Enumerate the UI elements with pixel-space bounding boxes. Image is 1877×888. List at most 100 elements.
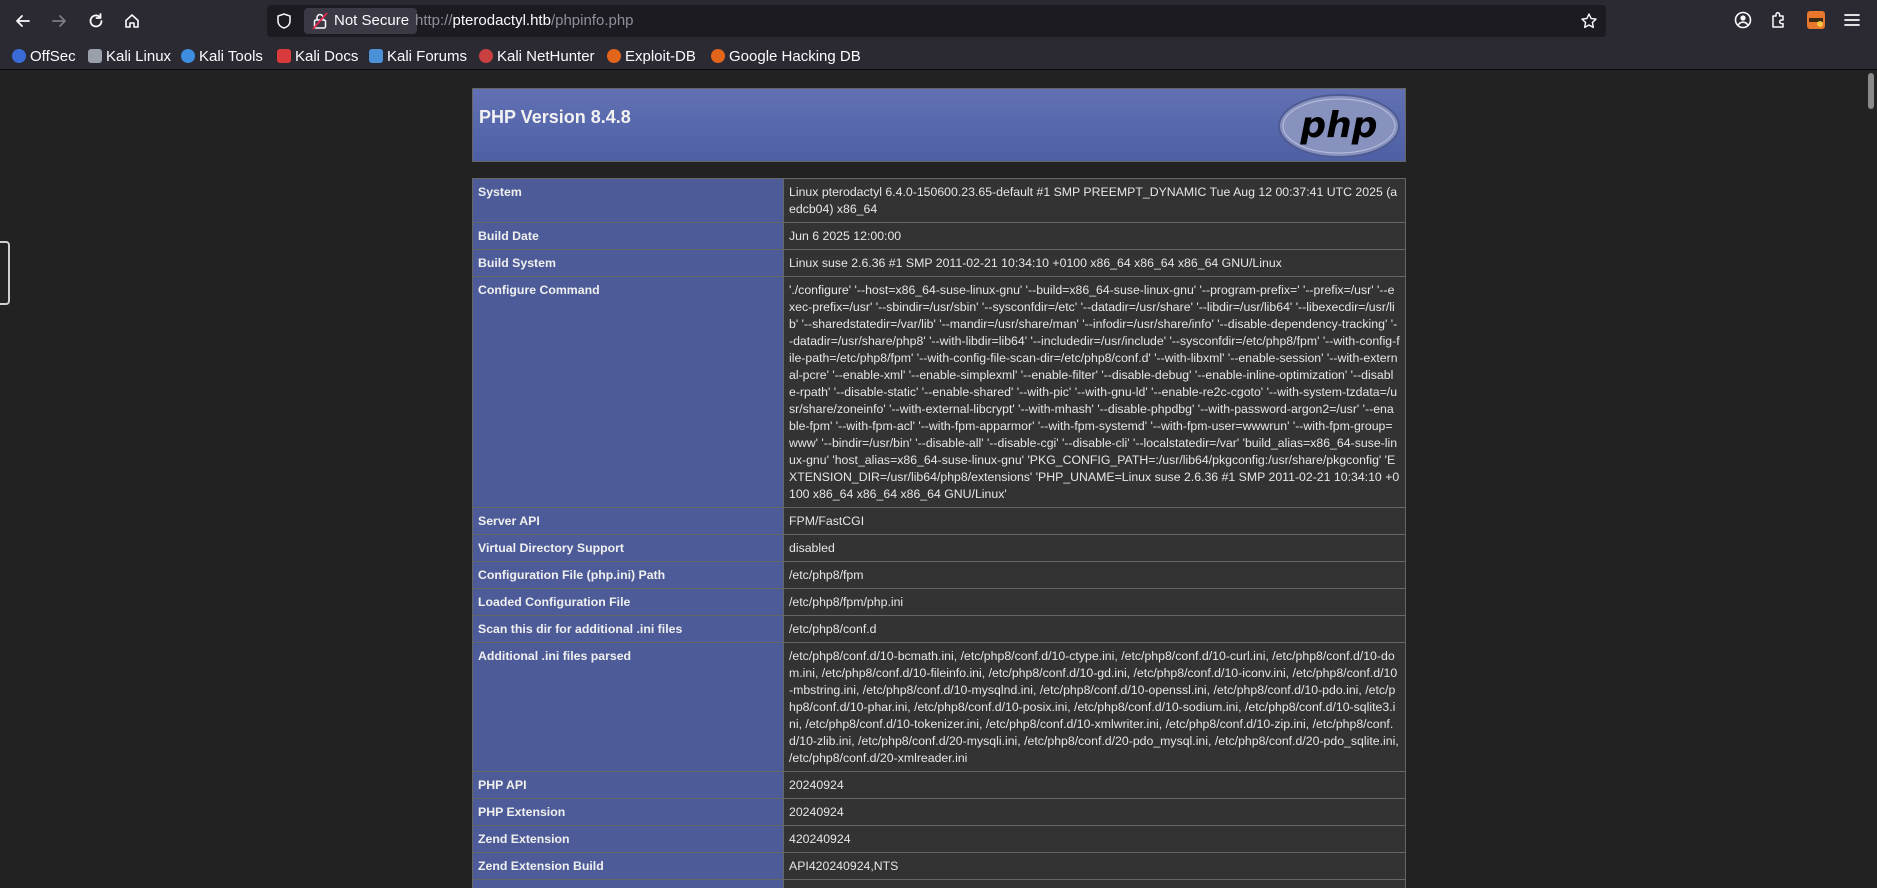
table-row: Zend Extension 420240924 xyxy=(472,825,1406,853)
table-row: Build System Linux suse 2.6.36 #1 SMP 201… xyxy=(472,249,1406,277)
account-icon[interactable] xyxy=(1733,10,1753,30)
table-row: Additional .ini files parsed/etc/php8/co… xyxy=(472,642,1406,772)
info-value: /etc/php8/fpm/php.ini xyxy=(783,588,1406,616)
php-logo: php xyxy=(1278,94,1400,158)
info-value: 420240924 xyxy=(783,825,1406,853)
url-path: /phpinfo.php xyxy=(550,12,634,29)
info-key: Build Date xyxy=(472,222,784,250)
bookmark-exploit-db[interactable]: Exploit-DB xyxy=(607,46,696,66)
page-scrollbar[interactable] xyxy=(1865,71,1877,888)
bookmark-label: Kali Forums xyxy=(387,47,468,65)
bookmark-offsec[interactable]: OffSec xyxy=(12,46,76,66)
table-row: System Linux pterodactyl 6.4.0-150600.23.… xyxy=(472,178,1406,223)
info-value: /etc/php8/fpm xyxy=(783,561,1406,589)
info-key: Build System xyxy=(472,249,784,277)
info-key: Zend Extension xyxy=(472,825,784,853)
back-button[interactable] xyxy=(11,9,35,33)
home-icon xyxy=(125,14,139,28)
table-row: Virtual Directory Support disabled xyxy=(472,534,1406,562)
kali-tools-icon xyxy=(181,49,195,63)
info-value: Linux pterodactyl 6.4.0-150600.23.65-def… xyxy=(783,178,1406,223)
info-key: Loaded Configuration File xyxy=(472,588,784,616)
tracking-shield-icon[interactable] xyxy=(275,12,293,30)
reload-icon xyxy=(89,13,103,28)
bookmark-label: Kali NetHunter xyxy=(497,47,595,65)
ghdb-icon xyxy=(711,49,725,63)
browser-toolbar: Not Secure http://pterodactyl.htb/phpinf… xyxy=(0,0,1877,42)
table-row: Server API FPM/FastCGI xyxy=(472,507,1406,535)
bookmark-kali-tools[interactable]: Kali Tools xyxy=(181,46,263,66)
bookmark-kali-forums[interactable]: Kali Forums xyxy=(369,46,467,66)
info-value: /etc/php8/conf.d xyxy=(783,615,1406,643)
page-title: PHP Version 8.4.8 xyxy=(479,107,631,127)
bookmarks-toolbar: OffSec Kali Linux Kali Tools Kali Docs K… xyxy=(0,42,1877,70)
bookmark-label: Kali Linux xyxy=(106,47,172,65)
table-row xyxy=(472,879,1406,888)
exploit-db-icon xyxy=(607,49,621,63)
table-row: Build Date Jun 6 2025 12:00:00 xyxy=(472,222,1406,250)
burp-extension-icon[interactable] xyxy=(1806,10,1826,30)
kali-forums-icon xyxy=(369,49,383,63)
php-logo-text: php xyxy=(1299,105,1377,146)
info-value: Jun 6 2025 12:00:00 xyxy=(783,222,1406,250)
scrollbar-thumb[interactable] xyxy=(1868,73,1874,109)
table-row: Configuration File (php.ini) Path/etc/ph… xyxy=(472,561,1406,589)
info-key: PHP Extension xyxy=(472,798,784,826)
info-value: Linux suse 2.6.36 #1 SMP 2011-02-21 10:3… xyxy=(783,249,1406,277)
bookmark-label: OffSec xyxy=(30,47,76,65)
table-row: PHP API 20240924 xyxy=(472,771,1406,799)
php-info-table: System Linux pterodactyl 6.4.0-150600.23.… xyxy=(472,178,1406,888)
nethunter-icon xyxy=(479,49,493,63)
info-value: 20240924 xyxy=(783,771,1406,799)
not-secure-label: Not Secure xyxy=(334,12,410,29)
address-bar[interactable]: Not Secure http://pterodactyl.htb/phpinf… xyxy=(267,5,1606,37)
info-value xyxy=(783,879,1406,888)
home-button[interactable] xyxy=(120,9,144,33)
info-key xyxy=(472,879,784,888)
info-key: System xyxy=(472,178,784,223)
offsec-icon xyxy=(12,49,26,63)
bookmark-kali-nethunter[interactable]: Kali NetHunter xyxy=(479,46,595,66)
info-key: Additional .ini files parsed xyxy=(472,642,784,772)
bookmark-label: Exploit-DB xyxy=(625,47,696,65)
kali-docs-icon xyxy=(277,49,291,63)
bookmark-kali-linux[interactable]: Kali Linux xyxy=(88,46,171,66)
url-scheme: http:// xyxy=(415,12,453,29)
info-value: disabled xyxy=(783,534,1406,562)
info-value: './configure' '--host=x86_64-suse-linux-… xyxy=(783,276,1406,508)
bookmark-label: Kali Docs xyxy=(295,47,359,65)
bookmark-star-icon[interactable] xyxy=(1580,12,1598,30)
info-key: Zend Extension Build xyxy=(472,852,784,880)
table-row: Zend Extension Build API420240924,NTS xyxy=(472,852,1406,880)
table-row: Configure Command './configure' '--host=x… xyxy=(472,276,1406,508)
extensions-icon[interactable] xyxy=(1769,10,1789,30)
info-key: Server API xyxy=(472,507,784,535)
page-viewport: PHP Version 8.4.8 php System Linux pterod… xyxy=(0,71,1877,888)
bookmark-label: Google Hacking DB xyxy=(729,47,861,65)
insecure-lock-icon xyxy=(312,12,328,30)
table-row: Loaded Configuration File/etc/php8/fpm/p… xyxy=(472,588,1406,616)
app-menu-icon[interactable] xyxy=(1842,10,1862,30)
info-key: Virtual Directory Support xyxy=(472,534,784,562)
info-value: 20240924 xyxy=(783,798,1406,826)
info-value: FPM/FastCGI xyxy=(783,507,1406,535)
url-host: pterodactyl.htb xyxy=(452,12,551,29)
table-row: PHP Extension 20240924 xyxy=(472,798,1406,826)
kali-dragon-icon xyxy=(88,49,102,63)
bookmark-label: Kali Tools xyxy=(199,47,263,65)
forward-button[interactable] xyxy=(47,9,71,33)
not-secure-badge[interactable]: Not Secure xyxy=(304,8,418,34)
forward-arrow-icon xyxy=(52,15,66,27)
info-value: /etc/php8/conf.d/10-bcmath.ini, /etc/php… xyxy=(783,642,1406,772)
info-value: API420240924,NTS xyxy=(783,852,1406,880)
info-key: PHP API xyxy=(472,771,784,799)
sidebar-toggle-tab[interactable] xyxy=(0,241,10,305)
bookmark-kali-docs[interactable]: Kali Docs xyxy=(277,46,358,66)
info-key: Configure Command xyxy=(472,276,784,508)
bookmark-google-hacking-db[interactable]: Google Hacking DB xyxy=(711,46,861,66)
url-text[interactable]: http://pterodactyl.htb/phpinfo.php xyxy=(415,5,634,37)
reload-button[interactable] xyxy=(84,9,108,33)
php-version-header: PHP Version 8.4.8 php xyxy=(472,88,1406,162)
table-row: Scan this dir for additional .ini files /… xyxy=(472,615,1406,643)
info-key: Configuration File (php.ini) Path xyxy=(472,561,784,589)
